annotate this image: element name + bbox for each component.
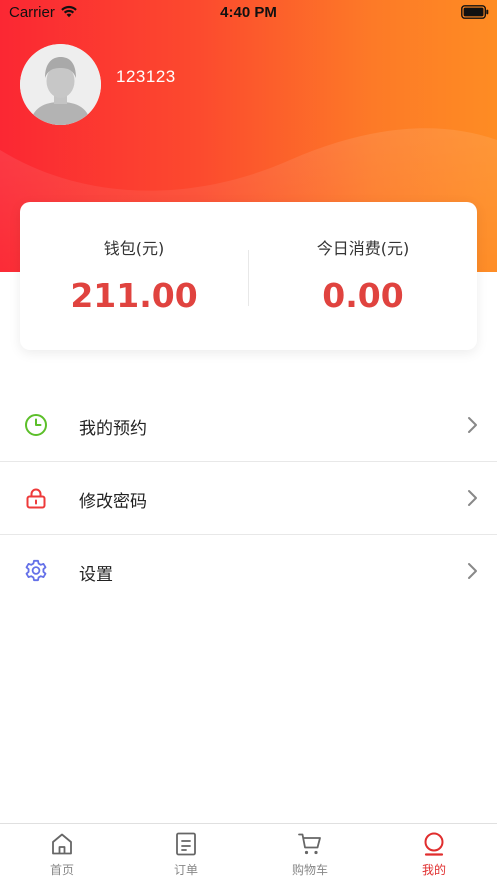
tab-bar: 首页 订单 购物车 我的: [0, 823, 497, 883]
menu-item-label: 修改密码: [79, 492, 147, 512]
home-icon: [52, 833, 72, 855]
wallet-balance-label: 钱包(元): [103, 239, 165, 258]
menu-item-settings[interactable]: 设置: [0, 535, 497, 607]
status-bar: Carrier 4:40 PM: [0, 0, 497, 26]
today-spending-label: 今日消费(元): [316, 239, 410, 258]
wallet-balance-value: 211.00: [70, 276, 198, 315]
profile-screen: Carrier 4:40 PM 123123 钱包(元) 211.00 今日消费…: [0, 0, 497, 883]
avatar[interactable]: [20, 44, 101, 125]
tab-orders[interactable]: 订单: [124, 824, 248, 883]
battery-icon: [461, 5, 489, 19]
default-avatar-icon: [20, 44, 101, 125]
tab-label: 订单: [173, 863, 198, 877]
menu-item-label: 我的预约: [79, 419, 147, 439]
wallet-balance-section[interactable]: 钱包(元) 211.00: [20, 202, 248, 350]
wallet-card: 钱包(元) 211.00 今日消费(元) 0.00: [20, 202, 477, 350]
username: 123123: [116, 67, 176, 86]
gear-icon: [25, 559, 47, 582]
today-spending-section[interactable]: 今日消费(元) 0.00: [249, 202, 477, 350]
tab-label: 首页: [49, 863, 74, 877]
tab-label: 购物车: [291, 863, 328, 877]
status-time: 4:40 PM: [220, 4, 277, 21]
chevron-right-icon: [468, 563, 477, 579]
tab-profile[interactable]: 我的: [372, 824, 496, 883]
menu-item-label: 设置: [79, 565, 113, 585]
profile-icon: [424, 832, 444, 856]
chevron-right-icon: [468, 417, 477, 433]
menu-list: 我的预约 修改密码 设置: [0, 389, 497, 607]
today-spending-value: 0.00: [322, 276, 404, 315]
menu-item-change-password[interactable]: 修改密码: [0, 462, 497, 535]
order-icon: [176, 832, 196, 856]
cart-icon: [298, 833, 321, 855]
tab-cart[interactable]: 购物车: [248, 824, 372, 883]
clock-icon: [25, 414, 47, 436]
tab-label: 我的: [421, 863, 446, 877]
menu-item-appointments[interactable]: 我的预约: [0, 389, 497, 462]
chevron-right-icon: [468, 490, 477, 506]
tab-home[interactable]: 首页: [0, 824, 124, 883]
lock-icon: [26, 488, 46, 509]
